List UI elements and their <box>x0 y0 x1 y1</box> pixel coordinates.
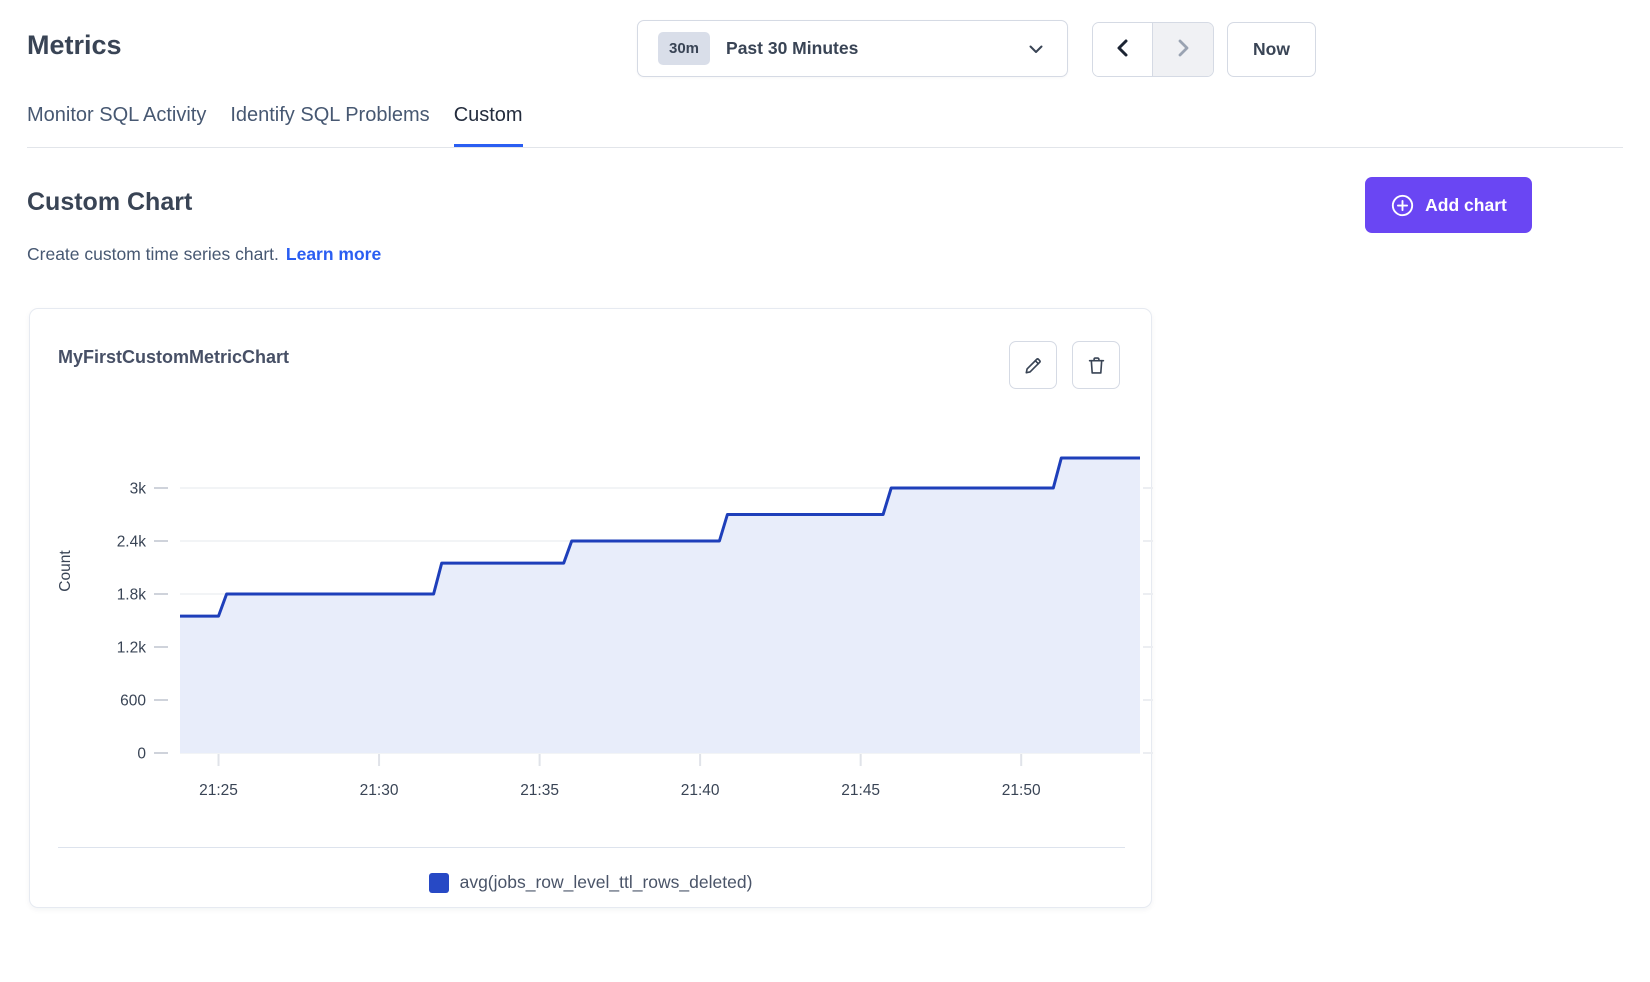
svg-text:21:35: 21:35 <box>520 782 559 799</box>
now-button[interactable]: Now <box>1227 22 1316 77</box>
section-description: Create custom time series chart. Learn mo… <box>27 244 381 265</box>
chart-legend: avg(jobs_row_level_ttl_rows_deleted) <box>30 872 1151 893</box>
svg-text:1.2k: 1.2k <box>117 640 147 657</box>
svg-text:600: 600 <box>120 693 146 710</box>
previous-time-button[interactable] <box>1093 23 1153 76</box>
add-chart-label: Add chart <box>1425 195 1507 216</box>
trash-icon <box>1085 354 1108 377</box>
svg-text:21:50: 21:50 <box>1002 782 1041 799</box>
svg-text:2.4k: 2.4k <box>117 534 147 551</box>
time-step-button-group <box>1092 22 1214 77</box>
time-range-label: Past 30 Minutes <box>726 38 858 59</box>
svg-text:21:45: 21:45 <box>841 782 880 799</box>
trash-icon-button[interactable] <box>1072 341 1120 389</box>
tabs-divider <box>27 147 1623 148</box>
svg-text:3k: 3k <box>130 481 147 498</box>
chevron-left-icon <box>1111 36 1135 63</box>
edit-chart-button[interactable] <box>1009 341 1057 389</box>
card-divider <box>58 847 1125 848</box>
time-range-dropdown[interactable]: 30m Past 30 Minutes <box>637 20 1068 77</box>
tab-monitor-sql-activity[interactable]: Monitor SQL Activity <box>27 104 206 148</box>
custom-chart-card: MyFirstCustomMetricChart 0 600 1.2k 1.8k 2.4… <box>29 308 1152 908</box>
section-description-text: Create custom time series chart. <box>27 244 279 264</box>
svg-text:1.8k: 1.8k <box>117 587 147 604</box>
svg-text:21:40: 21:40 <box>681 782 720 799</box>
chart-title: MyFirstCustomMetricChart <box>58 347 289 368</box>
add-chart-button[interactable]: Add chart <box>1365 177 1532 233</box>
page-title: Metrics <box>27 30 122 61</box>
legend-label: avg(jobs_row_level_ttl_rows_deleted) <box>460 872 753 893</box>
svg-text:0: 0 <box>137 746 146 763</box>
tab-identify-sql-problems[interactable]: Identify SQL Problems <box>230 104 429 148</box>
metrics-page: Metrics 30m Past 30 Minutes Now Monitor … <box>0 0 1650 982</box>
tab-custom[interactable]: Custom <box>454 104 523 148</box>
chevron-down-icon <box>1025 38 1047 60</box>
svg-text:21:25: 21:25 <box>199 782 238 799</box>
custom-chart-plot[interactable]: 0 600 1.2k 1.8k 2.4k 3k 21:25 21:30 21:35 21:40 21… <box>30 421 1153 803</box>
time-range-badge: 30m <box>658 32 710 65</box>
pencil-icon <box>1022 354 1045 377</box>
svg-text:21:30: 21:30 <box>360 782 399 799</box>
plus-circle-icon <box>1390 193 1415 218</box>
learn-more-link[interactable]: Learn more <box>286 244 381 264</box>
chevron-right-icon <box>1171 36 1195 63</box>
legend-swatch <box>429 873 449 893</box>
svg-text:Count: Count <box>57 550 74 592</box>
next-time-button[interactable] <box>1153 23 1213 76</box>
section-heading: Custom Chart <box>27 188 192 217</box>
metrics-tabs: Monitor SQL Activity Identify SQL Proble… <box>27 104 523 148</box>
